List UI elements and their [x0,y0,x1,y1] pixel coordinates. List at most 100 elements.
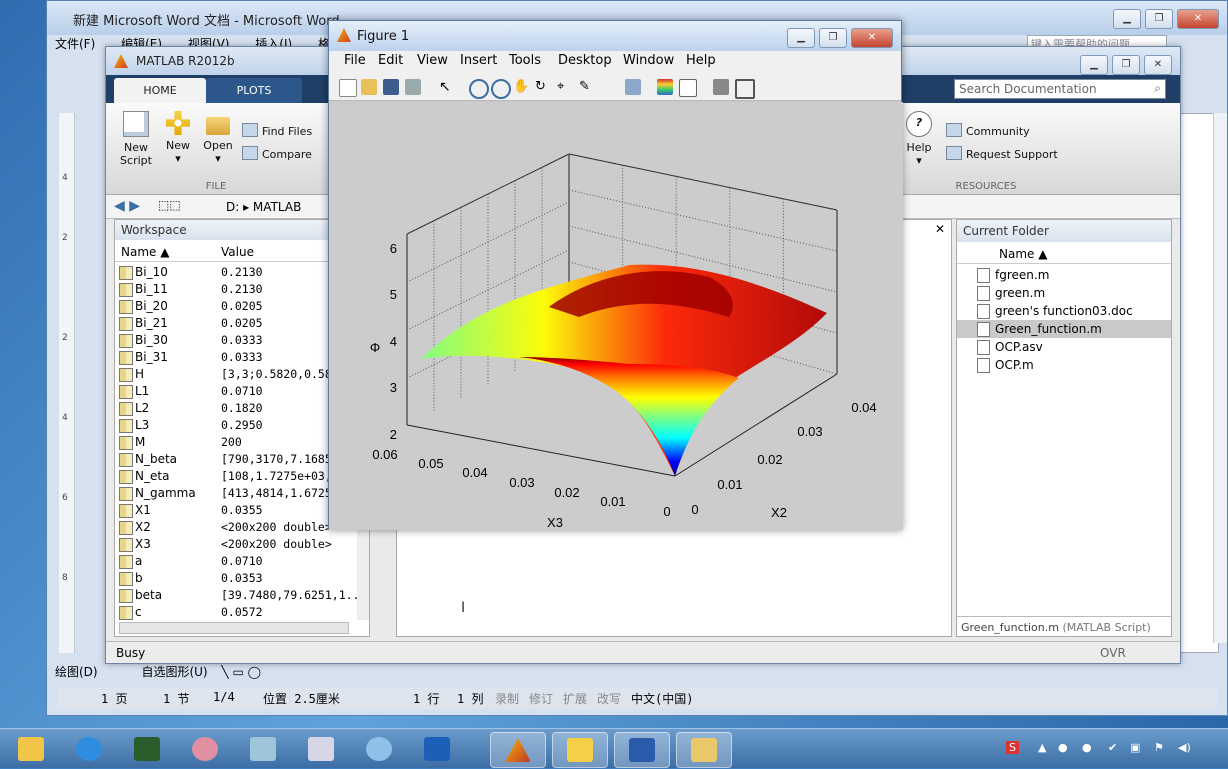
taskbar-item-folder[interactable] [676,732,732,768]
x2-tick-label: 0.02 [757,452,782,467]
fig-menu-view[interactable]: View [417,53,448,68]
workspace-horizontal-scrollbar[interactable] [119,622,349,634]
close-icon[interactable]: ✕ [851,28,893,48]
figure-canvas[interactable]: 2 3 4 5 6 0.06 0.05 0.04 0.03 0.02 0.01 0 0 0.01 0.02 0… [329,102,903,530]
taskbar-item-app[interactable] [236,732,290,766]
col-name[interactable]: Name ▲ [999,247,1047,261]
close-icon[interactable]: ✕ [1177,9,1219,29]
list-item[interactable]: Green_function.m [957,320,1171,338]
security-icon[interactable]: ✔ [1108,741,1117,754]
current-path[interactable]: D: ▸ MATLAB [226,200,301,214]
tab-home[interactable]: HOME [114,78,206,103]
taskbar-item-explorer[interactable] [4,732,58,766]
qq-icon[interactable]: ● [1058,741,1068,754]
col-value[interactable]: Value [221,245,254,259]
table-row[interactable]: a 0.0710 [115,553,369,570]
list-item[interactable]: OCP.m [957,356,1171,374]
fig-menu-desktop[interactable]: Desktop [558,53,612,68]
taskbar-item-word[interactable] [614,732,670,768]
table-row[interactable]: beta [39.7480,79.6251,1... [115,587,369,604]
search-documentation-input[interactable]: Search Documentation ⌕ [954,79,1166,99]
legend-icon[interactable] [679,79,697,97]
table-row[interactable]: b 0.0353 [115,570,369,587]
status-trk[interactable]: 修订 [529,690,553,707]
open-button[interactable]: Open ▾ [200,111,236,165]
figure-window[interactable]: Figure 1 ▁ ❐ ✕ File Edit View Insert Too… [328,20,903,530]
data-cursor-icon[interactable]: ⌖ [557,79,573,95]
minimize-icon[interactable]: ▁ [1080,55,1108,75]
list-item[interactable]: green's function03.doc [957,302,1171,320]
table-row[interactable]: X3 <200x200 double> [115,536,369,553]
rotate-3d-icon[interactable]: ↻ [535,79,551,95]
fig-menu-file[interactable]: File [344,53,366,68]
show-plot-tools-icon[interactable] [735,79,755,99]
taskbar-item-ie[interactable] [62,732,116,766]
taskbar-item-matlab[interactable] [490,732,546,768]
taskbar-item-notes[interactable] [552,732,608,768]
taskbar-item-cmd[interactable] [120,732,174,766]
new-figure-icon[interactable] [339,79,357,97]
flag-icon[interactable]: ⚑ [1154,741,1164,754]
list-item[interactable]: fgreen.m [957,266,1171,284]
status-ovr[interactable]: 改写 [597,690,621,707]
ime-icon[interactable]: S [1006,741,1019,754]
draw-menu[interactable]: 绘图(D) [55,665,98,679]
pan-hand-icon[interactable]: ✋ [513,79,529,95]
fig-menu-edit[interactable]: Edit [378,53,403,68]
variable-name: H [135,367,145,381]
fig-menu-tools[interactable]: Tools [509,53,541,68]
fig-menu-insert[interactable]: Insert [460,53,497,68]
new-button[interactable]: New ▾ [160,111,196,165]
taskbar-item-maxthon[interactable] [410,732,464,766]
variable-name: N_gamma [135,486,196,500]
brush-icon[interactable]: ✎ [579,79,595,95]
colorbar-icon[interactable] [657,79,673,95]
close-icon[interactable]: ✕ [1144,55,1172,75]
word-menu-file[interactable]: 文件(F) [55,37,95,51]
word-vertical-scrollbar[interactable] [1213,113,1227,643]
search-icon[interactable]: ⌕ [1154,81,1161,96]
line-tool-icon[interactable]: ╲ ▭ ◯ [221,665,261,679]
tab-plots[interactable]: PLOTS [206,78,302,103]
maximize-icon[interactable]: ❐ [1145,9,1173,29]
volume-icon[interactable]: ◀) [1178,741,1191,754]
new-script-button[interactable]: New Script [116,111,156,167]
autoshapes-menu[interactable]: 自选图形(U) [141,665,207,679]
figure-title-bar[interactable]: Figure 1 ▁ ❐ ✕ [329,21,901,51]
close-icon[interactable]: ✕ [935,222,945,236]
network-icon[interactable]: ▣ [1130,741,1140,754]
table-row[interactable]: c 0.0572 [115,604,369,621]
minimize-icon[interactable]: ▁ [1113,9,1141,29]
compare-button[interactable]: Compare [242,146,312,161]
open-file-icon[interactable] [361,79,377,95]
zoom-out-icon[interactable] [491,79,511,99]
list-item[interactable]: OCP.asv [957,338,1171,356]
help-button[interactable]: ? Help ▾ [904,111,934,167]
request-support-button[interactable]: Request Support [946,146,1058,161]
qq-icon[interactable]: ● [1082,741,1092,754]
folder-up-icon[interactable]: ⬚⬚ [158,198,181,212]
status-rec[interactable]: 录制 [495,690,519,707]
taskbar-item-search[interactable] [352,732,406,766]
save-icon[interactable] [383,79,399,95]
minimize-icon[interactable]: ▁ [787,28,815,48]
maximize-icon[interactable]: ❐ [819,28,847,48]
fig-menu-window[interactable]: Window [623,53,674,68]
taskbar-item-paint[interactable] [178,732,232,766]
col-name[interactable]: Name ▲ [121,245,169,259]
maximize-icon[interactable]: ❐ [1112,55,1140,75]
show-hidden-icon[interactable]: ▲ [1038,741,1046,754]
link-plot-icon[interactable] [625,79,641,95]
status-ext[interactable]: 扩展 [563,690,587,707]
community-button[interactable]: Community [946,123,1030,138]
zoom-in-icon[interactable] [469,79,489,99]
surface-plot[interactable]: 2 3 4 5 6 0.06 0.05 0.04 0.03 0.02 0.01 0 0 0.01 0.02 0… [329,102,903,530]
back-icon[interactable]: ◀ ▶ [114,198,140,214]
taskbar-item-calculator[interactable] [294,732,348,766]
hide-plot-tools-icon[interactable] [713,79,729,95]
find-files-button[interactable]: Find Files [242,123,312,138]
select-arrow-icon[interactable]: ↖ [439,79,455,95]
fig-menu-help[interactable]: Help [686,53,716,68]
print-icon[interactable] [405,79,421,95]
list-item[interactable]: green.m [957,284,1171,302]
